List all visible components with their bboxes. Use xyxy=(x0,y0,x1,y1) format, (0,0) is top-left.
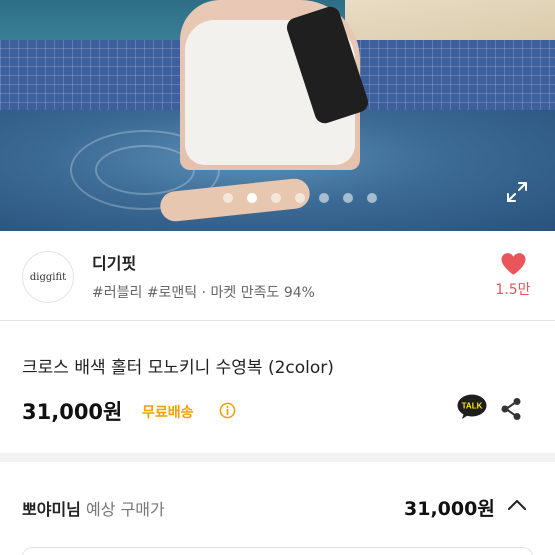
expected-price-row[interactable]: 뽀야미님 예상 구매가 31,000원 xyxy=(0,471,555,541)
seller-name[interactable]: 디기핏 xyxy=(92,250,136,274)
kakaotalk-icon[interactable]: TALK xyxy=(457,394,487,420)
chevron-up-icon[interactable] xyxy=(507,498,527,512)
seller-tags: #러블리 #로맨틱 · 마켓 만족도 94% xyxy=(92,285,315,301)
product-title: 크로스 배색 홀터 모노키니 수영복 (2color) xyxy=(22,358,334,378)
expand-icon[interactable] xyxy=(505,180,529,204)
product-price: 31,000원 xyxy=(22,400,123,424)
gallery-dot[interactable] xyxy=(295,193,305,203)
gallery-dot-active[interactable] xyxy=(247,193,257,203)
share-icon[interactable] xyxy=(500,397,522,421)
option-box xyxy=(22,547,533,555)
gallery-dot[interactable] xyxy=(319,193,329,203)
product-image[interactable] xyxy=(0,0,555,231)
expected-price-caption: 예상 구매가 xyxy=(85,500,165,519)
seller-row[interactable]: diggifit 디기핏 #러블리 #로맨틱 · 마켓 만족도 94% 1.5만 xyxy=(0,231,555,321)
seller-logo[interactable]: diggifit xyxy=(22,251,74,303)
user-name: 뽀야미님 xyxy=(22,500,81,519)
like-count: 1.5만 xyxy=(495,282,531,298)
gallery-dot[interactable] xyxy=(223,193,233,203)
gallery-dot[interactable] xyxy=(367,193,377,203)
gallery-dot[interactable] xyxy=(271,193,281,203)
expected-price-value: 31,000원 xyxy=(404,498,495,520)
product-info: 크로스 배색 홀터 모노키니 수영복 (2color) 31,000원 무료배송 xyxy=(0,322,555,462)
gallery-dot[interactable] xyxy=(343,193,353,203)
info-icon[interactable] xyxy=(219,402,236,419)
heart-icon[interactable] xyxy=(500,252,527,276)
free-shipping-badge: 무료배송 xyxy=(142,405,194,421)
expected-price-label: 뽀야미님 예상 구매가 xyxy=(22,496,165,520)
kakaotalk-label: TALK xyxy=(462,402,483,411)
gallery-indicator xyxy=(223,193,377,203)
